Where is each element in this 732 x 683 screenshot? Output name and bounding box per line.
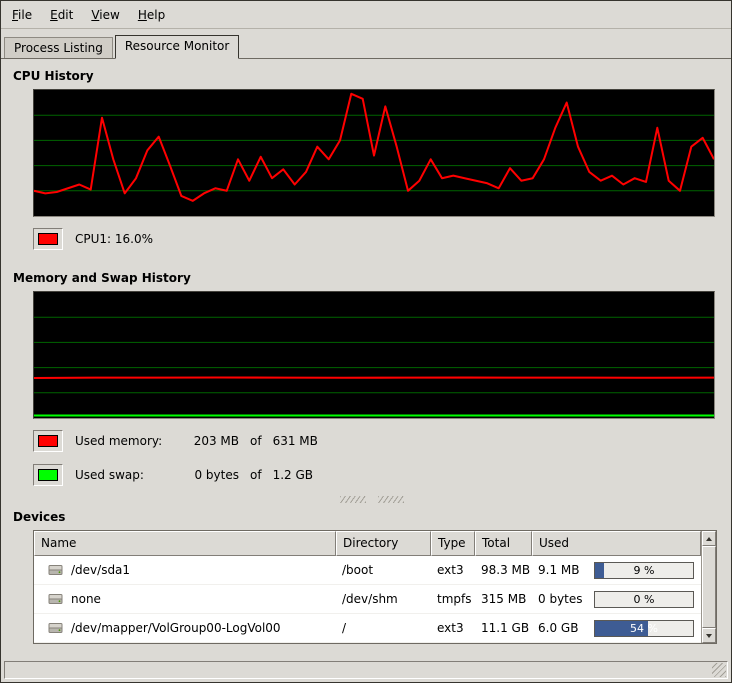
tab-resource-monitor[interactable]: Resource Monitor (115, 35, 239, 59)
scrollbar-track[interactable] (702, 546, 716, 628)
drive-icon (48, 564, 64, 576)
cpu-legend: CPU1: 16.0% (33, 227, 731, 251)
cpu-history-graph (33, 89, 715, 217)
device-directory: /boot (336, 563, 431, 577)
arrow-down-icon (706, 634, 712, 638)
memory-legend: Used memory: 203 MB of 631 MB (33, 429, 731, 453)
memory-legend-label: Used memory: (75, 434, 177, 448)
devices-table-header: Name Directory Type Total Used (34, 531, 701, 556)
column-header-used[interactable]: Used (532, 531, 701, 556)
column-header-name[interactable]: Name (34, 531, 336, 556)
swap-color-swatch (38, 469, 58, 481)
usage-progress-bar: 54 % (594, 620, 694, 637)
drive-icon (48, 593, 64, 605)
cpu-history-title: CPU History (13, 69, 731, 83)
column-header-directory[interactable]: Directory (336, 531, 431, 556)
column-header-type[interactable]: Type (431, 531, 475, 556)
device-used: 0 bytes (538, 592, 583, 606)
usage-percent-label: 0 % (595, 592, 693, 607)
device-name: /dev/sda1 (71, 563, 130, 577)
cpu-color-swatch-frame (33, 228, 63, 250)
device-row-sda1[interactable]: /dev/sda1 /boot ext3 98.3 MB 9.1 MB 9 % (34, 556, 701, 585)
status-bar (4, 661, 728, 679)
swap-of-text: of (250, 468, 262, 482)
menu-file-rest: ile (18, 8, 32, 22)
tab-strip: Process Listing Resource Monitor (1, 29, 731, 58)
device-directory: /dev/shm (336, 592, 431, 606)
devices-table: Name Directory Type Total Used /dev/sda1… (33, 530, 717, 644)
menubar: File Edit View Help (1, 1, 731, 29)
device-name: /dev/mapper/VolGroup00-LogVol00 (71, 621, 281, 635)
tab-process-listing-label: Process Listing (14, 41, 103, 55)
cpu-color-swatch (38, 233, 58, 245)
device-row-none[interactable]: none /dev/shm tmpfs 315 MB 0 bytes 0 % (34, 585, 701, 614)
memory-color-swatch (38, 435, 58, 447)
column-header-total[interactable]: Total (475, 531, 532, 556)
tab-resource-monitor-label: Resource Monitor (125, 39, 229, 53)
grip-marks (378, 496, 404, 503)
menu-help-rest: elp (147, 8, 165, 22)
menu-edit-accel: E (50, 8, 58, 22)
system-monitor-window: File Edit View Help Process Listing Reso… (0, 0, 732, 683)
swap-color-swatch-frame (33, 464, 63, 486)
menu-file[interactable]: File (3, 3, 41, 28)
drive-icon (48, 622, 64, 634)
menu-edit[interactable]: Edit (41, 3, 82, 28)
usage-percent-label: 54 % (595, 621, 693, 636)
device-directory: / (336, 621, 431, 635)
arrow-up-icon (706, 537, 712, 541)
memory-used-value: 203 MB (177, 434, 239, 448)
device-used: 6.0 GB (538, 621, 578, 635)
device-row-volgroup[interactable]: /dev/mapper/VolGroup00-LogVol00 / ext3 1… (34, 614, 701, 643)
device-type: tmpfs (431, 592, 475, 606)
device-total: 11.1 GB (475, 621, 532, 635)
menu-view[interactable]: View (82, 3, 128, 28)
device-used: 9.1 MB (538, 563, 579, 577)
memory-swap-graph (33, 291, 715, 419)
swap-used-value: 0 bytes (177, 468, 239, 482)
cpu-legend-label: CPU1: 16.0% (75, 232, 153, 246)
menu-edit-rest: dit (58, 8, 74, 22)
cpu-history-chart (34, 90, 714, 216)
scroll-up-button[interactable] (702, 531, 716, 546)
swap-legend: Used swap: 0 bytes of 1.2 GB (33, 463, 731, 487)
usage-progress-bar: 9 % (594, 562, 694, 579)
usage-percent-label: 9 % (595, 563, 693, 578)
resource-monitor-page: CPU History CPU1: 16.0% Memory and Swap … (1, 58, 731, 660)
vertical-scrollbar[interactable] (701, 531, 716, 643)
device-type: ext3 (431, 621, 475, 635)
memory-color-swatch-frame (33, 430, 63, 452)
memory-swap-history-title: Memory and Swap History (13, 271, 731, 285)
menu-view-rest: iew (99, 8, 120, 22)
tab-process-listing[interactable]: Process Listing (4, 37, 113, 58)
device-total: 315 MB (475, 592, 532, 606)
devices-title: Devices (13, 510, 731, 524)
device-total: 98.3 MB (475, 563, 532, 577)
memory-of-text: of (250, 434, 262, 448)
device-type: ext3 (431, 563, 475, 577)
usage-progress-bar: 0 % (594, 591, 694, 608)
memory-total-value: 631 MB (273, 434, 318, 448)
pane-resize-handle[interactable] (13, 496, 731, 503)
swap-total-value: 1.2 GB (273, 468, 313, 482)
grip-marks (340, 496, 366, 503)
device-name: none (71, 592, 101, 606)
scroll-down-button[interactable] (702, 628, 716, 643)
menu-help-accel: H (138, 8, 147, 22)
swap-legend-label: Used swap: (75, 468, 177, 482)
devices-table-body: Name Directory Type Total Used /dev/sda1… (34, 531, 701, 643)
scrollbar-thumb[interactable] (702, 546, 716, 628)
memory-swap-chart (34, 292, 714, 418)
resize-grip[interactable] (712, 663, 726, 677)
menu-help[interactable]: Help (129, 3, 174, 28)
